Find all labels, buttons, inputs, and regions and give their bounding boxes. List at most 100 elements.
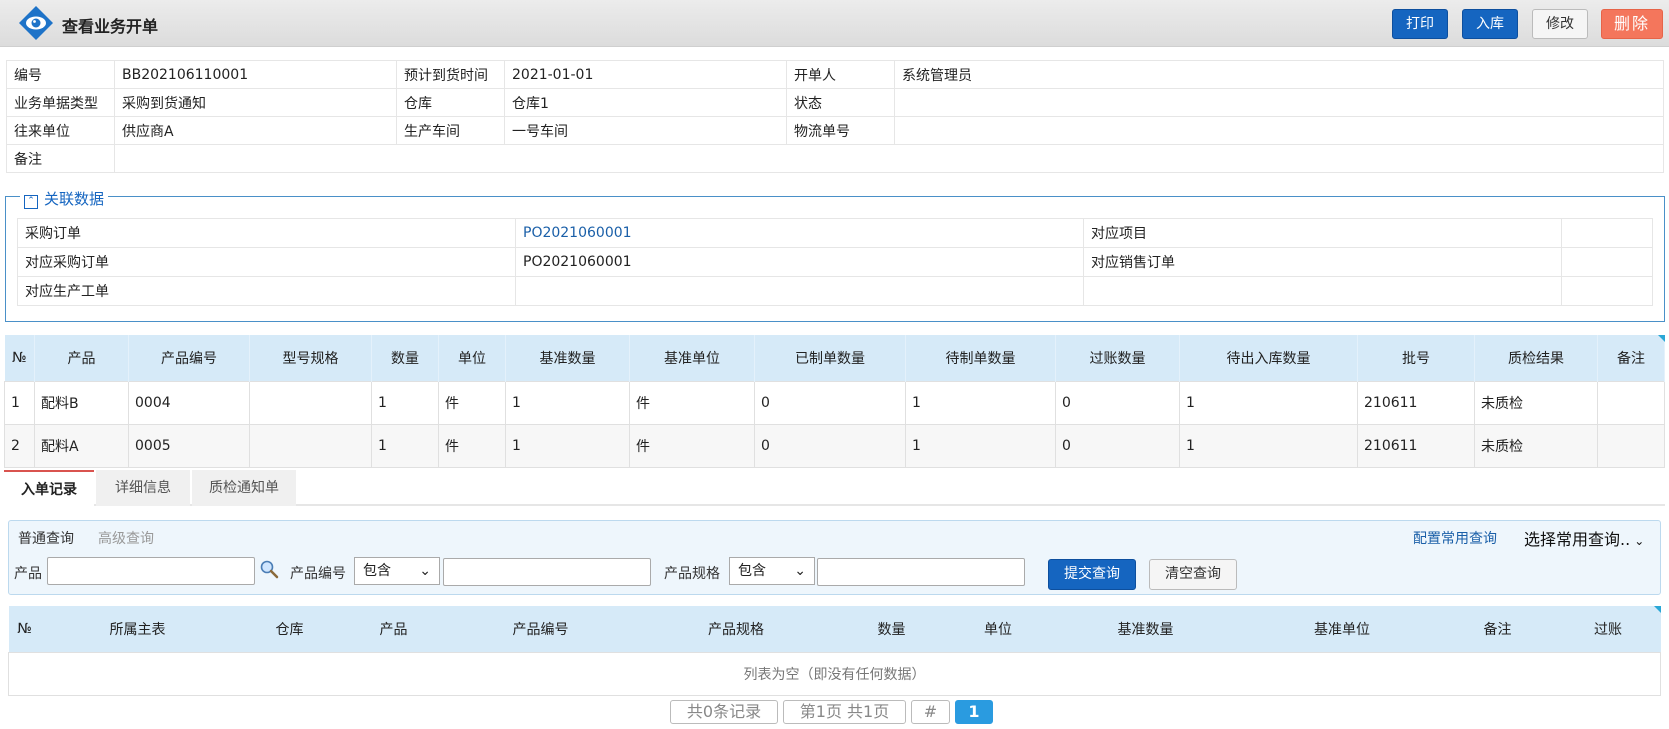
related-value — [1561, 276, 1653, 306]
col-header[interactable]: 基准数量 — [1046, 606, 1245, 653]
cell — [249, 381, 372, 425]
col-header[interactable]: 批号 — [1357, 335, 1475, 382]
page-title: 查看业务开单 — [62, 17, 159, 36]
col-header[interactable]: 已制单数量 — [754, 335, 906, 382]
info-label: 编号 — [6, 60, 115, 89]
records-header-row: № 所属主表 仓库 产品 产品编号 产品规格 数量 单位 基准数量 基准单位 备… — [8, 606, 1661, 653]
info-value: 采购到货通知 — [114, 88, 397, 117]
search-icon[interactable] — [259, 559, 279, 579]
col-header[interactable]: № — [8, 606, 41, 653]
clear-query-button[interactable]: 清空查询 — [1149, 559, 1237, 590]
cell: 2 — [4, 424, 35, 468]
chevron-down-icon: ⌄ — [1634, 534, 1645, 548]
info-table: 编号 BB202106110001 预计到货时间 2021-01-01 开单人 … — [6, 60, 1664, 173]
tab-details[interactable]: 详细信息 — [96, 470, 190, 506]
table-row[interactable]: 2 配料A 0005 1 件 1 件 0 1 0 1 210611 未质检 — [4, 424, 1665, 468]
col-header[interactable]: 待出入库数量 — [1179, 335, 1358, 382]
cell: 1 — [505, 424, 630, 468]
col-header[interactable]: 质检结果 — [1474, 335, 1598, 382]
related-value: PO2021060001 — [515, 247, 1084, 277]
col-header[interactable]: 基准数量 — [505, 335, 630, 382]
tab-bar: 入单记录 详细信息 质检通知单 — [4, 470, 1665, 508]
cell: 1 — [371, 424, 439, 468]
col-header[interactable]: 单位 — [949, 606, 1047, 653]
product-code-operator-value: 包含 — [363, 563, 391, 579]
info-row: 往来单位 供应商A 生产车间 一号车间 物流单号 — [6, 116, 1664, 145]
submit-query-button[interactable]: 提交查询 — [1048, 559, 1136, 590]
common-query-select-value: 选择常用查询.. — [1524, 530, 1631, 549]
product-code-input[interactable] — [443, 558, 651, 586]
col-header[interactable]: 单位 — [438, 335, 506, 382]
cell: 210611 — [1357, 381, 1475, 425]
product-input[interactable] — [47, 557, 255, 585]
product-spec-operator-select[interactable]: 包含 ⌄ — [729, 557, 815, 585]
related-row: 对应采购订单 PO2021060001 对应销售订单 — [17, 247, 1653, 277]
cell: 件 — [629, 381, 755, 425]
related-row: 采购订单 PO2021060001 对应项目 — [17, 218, 1653, 248]
col-header[interactable]: 数量 — [371, 335, 439, 382]
info-row: 备注 — [6, 144, 1664, 173]
col-header[interactable]: 备注 — [1439, 606, 1556, 653]
stock-in-button[interactable]: 入库 — [1462, 9, 1518, 39]
col-header[interactable]: 产品规格 — [638, 606, 834, 653]
simple-query-tab[interactable]: 普通查询 — [18, 528, 74, 548]
info-value: 仓库1 — [504, 88, 787, 117]
collapse-up-icon[interactable]: ⌃ — [24, 195, 38, 209]
related-label: 对应采购订单 — [17, 247, 516, 277]
tab-stock-records[interactable]: 入单记录 — [4, 470, 94, 508]
col-header[interactable]: 产品编号 — [442, 606, 639, 653]
col-header[interactable]: 数量 — [833, 606, 950, 653]
col-header[interactable]: 过账 — [1555, 606, 1661, 653]
config-common-query-link[interactable]: 配置常用查询 — [1413, 528, 1497, 548]
info-label: 状态 — [786, 88, 895, 117]
delete-button[interactable]: 删除 — [1601, 9, 1663, 39]
cell: 210611 — [1357, 424, 1475, 468]
col-header[interactable]: 待制单数量 — [905, 335, 1056, 382]
purchase-order-link[interactable]: PO2021060001 — [515, 218, 1084, 248]
col-header[interactable]: 所属主表 — [40, 606, 235, 653]
advanced-query-tab[interactable]: 高级查询 — [98, 528, 154, 548]
pager-page-1[interactable]: 1 — [955, 700, 993, 724]
cell: 未质检 — [1474, 381, 1598, 425]
product-code-operator-select[interactable]: 包含 ⌄ — [354, 557, 440, 585]
info-label: 仓库 — [396, 88, 505, 117]
print-button[interactable]: 打印 — [1392, 9, 1448, 39]
col-header[interactable]: 备注 — [1597, 335, 1665, 382]
col-header[interactable]: 基准单位 — [629, 335, 755, 382]
edit-button[interactable]: 修改 — [1532, 9, 1588, 39]
cell: 0 — [754, 424, 906, 468]
product-spec-input[interactable] — [817, 558, 1025, 586]
col-header[interactable]: 过账数量 — [1055, 335, 1180, 382]
cell: 0004 — [128, 381, 250, 425]
col-header[interactable]: № — [4, 335, 35, 382]
info-label: 往来单位 — [6, 116, 115, 145]
product-spec-operator-value: 包含 — [738, 563, 766, 579]
col-header[interactable]: 仓库 — [234, 606, 345, 653]
common-query-select[interactable]: 选择常用查询.. ⌄ — [1524, 526, 1644, 550]
cell: 0 — [754, 381, 906, 425]
pager-page-info: 第1页 共1页 — [783, 700, 906, 724]
column-menu-corner[interactable] — [1658, 335, 1665, 342]
info-row: 业务单据类型 采购到货通知 仓库 仓库1 状态 — [6, 88, 1664, 117]
related-value — [1561, 218, 1653, 248]
col-header[interactable]: 产品 — [34, 335, 129, 382]
info-label: 开单人 — [786, 60, 895, 89]
info-label: 生产车间 — [396, 116, 505, 145]
column-menu-corner[interactable] — [1654, 606, 1661, 613]
col-header[interactable]: 产品编号 — [128, 335, 250, 382]
info-value — [894, 88, 1664, 117]
tab-qc-notice[interactable]: 质检通知单 — [192, 470, 296, 506]
remark-label: 备注 — [6, 144, 115, 173]
cell: 配料B — [34, 381, 129, 425]
col-header[interactable]: 基准单位 — [1244, 606, 1440, 653]
cell: 配料A — [34, 424, 129, 468]
col-header[interactable]: 型号规格 — [249, 335, 372, 382]
pager-jump-button[interactable]: # — [911, 700, 950, 724]
table-row[interactable]: 1 配料B 0004 1 件 1 件 0 1 0 1 210611 未质检 — [4, 381, 1665, 425]
chevron-down-icon: ⌄ — [794, 563, 806, 579]
remark-value — [114, 144, 1664, 173]
cell: 件 — [438, 381, 506, 425]
related-data-legend[interactable]: ⌃ 关联数据 — [20, 188, 109, 209]
related-label: 对应生产工单 — [17, 276, 516, 306]
col-header[interactable]: 产品 — [344, 606, 443, 653]
